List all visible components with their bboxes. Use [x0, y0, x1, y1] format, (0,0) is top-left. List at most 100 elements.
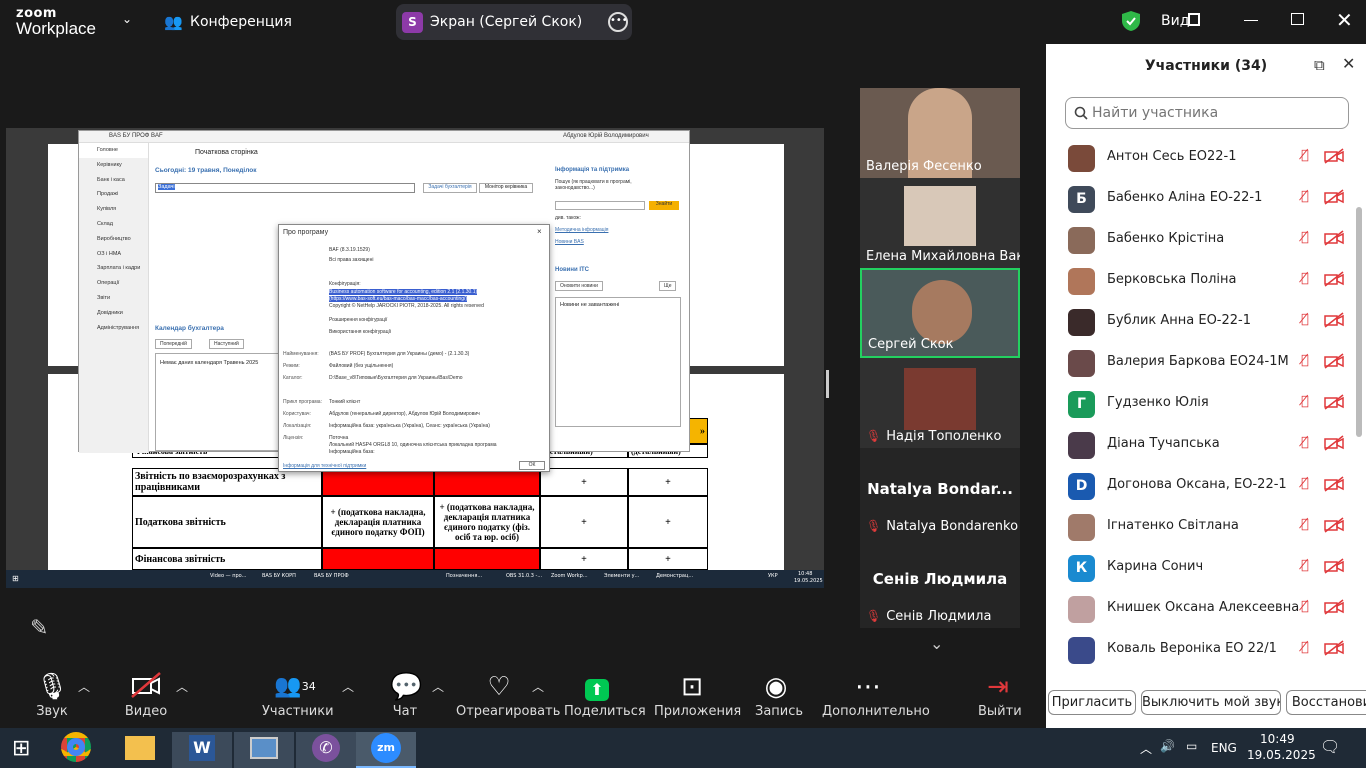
bas-nav-item[interactable]: Довідники	[79, 306, 148, 321]
bas-nav-item[interactable]: Зарплата і кадри	[79, 261, 148, 276]
mic-off-icon[interactable]: 🎙̸	[1301, 353, 1309, 368]
video-tile[interactable]: 🎙 Надія Тополенко	[860, 358, 1020, 448]
participant-row[interactable]: Бублик Анна ЕО-22-1 🎙̸	[1068, 301, 1348, 342]
bas-info-search[interactable]	[555, 201, 645, 210]
about-ok-button[interactable]: ОК	[519, 461, 545, 470]
bas-nav-item[interactable]: Банк і каса	[79, 173, 148, 188]
bas-btn-monitor[interactable]: Монітор керівника	[479, 183, 533, 193]
invite-button[interactable]: Пригласить	[1048, 690, 1136, 715]
video-off-icon[interactable]	[1324, 148, 1344, 168]
explorer-app[interactable]	[110, 732, 170, 768]
mic-off-icon[interactable]: 🎙̸	[1301, 517, 1309, 532]
tray-caret-icon[interactable]: ︿	[1140, 740, 1152, 757]
share-button[interactable]: ⬆ Поделиться	[564, 672, 646, 719]
split-handle[interactable]	[826, 370, 829, 398]
mic-off-icon[interactable]: 🎙̸	[1301, 476, 1309, 491]
audio-button[interactable]: 🎙 Звук	[34, 672, 70, 719]
participants-button[interactable]: 👥34 Участники	[262, 672, 334, 719]
windows-start-icon[interactable]: ⊞	[12, 736, 30, 761]
bas-nav-item[interactable]: Звіти	[79, 291, 148, 306]
bas-link-news[interactable]: Новини BAS	[555, 239, 584, 245]
mic-off-icon[interactable]: 🎙̸	[1301, 148, 1309, 163]
bas-tasks-input[interactable]: Задачі	[155, 183, 415, 193]
shared-task-item[interactable]: Video — про...	[210, 573, 246, 579]
shared-task-item[interactable]: Элементи у...	[604, 573, 639, 579]
participant-row[interactable]: Діана Тучапська 🎙̸	[1068, 424, 1348, 465]
photos-app[interactable]	[234, 732, 294, 768]
video-tile[interactable]: Елена Михайловна Ваку...	[860, 178, 1020, 268]
annotate-pencil-icon[interactable]: ✎	[30, 616, 48, 641]
zoom-app[interactable]: zm	[356, 732, 416, 768]
participant-row[interactable]: Бабенко Крістіна 🎙̸	[1068, 219, 1348, 260]
gallery-down-icon[interactable]: ⌄	[930, 634, 943, 653]
security-shield-icon[interactable]	[1121, 10, 1141, 32]
about-close-icon[interactable]: ×	[537, 227, 542, 236]
bas-nav-item[interactable]: Керівнику	[79, 158, 148, 173]
participant-row[interactable]: Книшек Оксана Алексеевна 🎙̸	[1068, 588, 1348, 629]
mic-off-icon[interactable]: 🎙̸	[1301, 230, 1309, 245]
mic-off-icon[interactable]: 🎙̸	[1301, 558, 1309, 573]
volume-icon[interactable]: 🔊	[1160, 739, 1175, 753]
shared-task-item[interactable]: Демонстрац...	[656, 573, 693, 579]
clock-date[interactable]: 19.05.2025	[1247, 748, 1316, 762]
video-tile-active[interactable]: Сергей Скок	[860, 268, 1020, 358]
more-button[interactable]: ⋯ Дополнительно	[822, 672, 930, 719]
react-caret-icon[interactable]: ︿	[532, 678, 544, 695]
participant-row[interactable]: Антон Сесь ЕО22-1 🎙̸	[1068, 137, 1348, 178]
record-button[interactable]: ◉ Запись	[755, 672, 803, 719]
bas-nav-item[interactable]: Купівля	[79, 202, 148, 217]
bas-news-more[interactable]: Ще	[659, 281, 677, 291]
mute-me-button[interactable]: Выключить мой звук	[1141, 690, 1281, 715]
chrome-app[interactable]	[46, 732, 106, 768]
lang-indicator[interactable]: ENG	[1211, 741, 1237, 755]
bas-link-method[interactable]: Методична інформація	[555, 227, 608, 233]
restore-button[interactable]: Восстанови	[1286, 690, 1366, 715]
bas-nav-item[interactable]: Операції	[79, 276, 148, 291]
bas-nav-item[interactable]: Головне	[79, 143, 148, 158]
participant-row[interactable]: Б Бабенко Аліна ЕО-22-1 🎙̸	[1068, 178, 1348, 219]
audio-caret-icon[interactable]: ︿	[78, 678, 90, 695]
layout-icon[interactable]	[1188, 13, 1200, 26]
video-off-icon[interactable]	[1324, 435, 1344, 455]
video-off-icon[interactable]	[1324, 599, 1344, 619]
more-options-icon[interactable]: •••	[608, 12, 628, 32]
leave-button[interactable]: ⇥ Выйти	[978, 672, 1022, 719]
minimize-icon[interactable]	[1244, 20, 1258, 21]
video-tile[interactable]: Natalya Bondar... 🎙 Natalya Bondarenko	[860, 448, 1020, 538]
mic-off-icon[interactable]: 🎙̸	[1301, 640, 1309, 655]
about-support-link[interactable]: Інформація для технічної підтримки	[283, 463, 366, 469]
bas-calendar-next[interactable]: Наступний	[209, 339, 244, 349]
search-input[interactable]	[1092, 104, 1342, 122]
video-off-icon[interactable]	[1324, 394, 1344, 414]
bas-calendar-prev[interactable]: Попередній	[155, 339, 192, 349]
video-tile[interactable]: Валерія Фесенко	[860, 88, 1020, 178]
mic-off-icon[interactable]: 🎙̸	[1301, 312, 1309, 327]
participant-row[interactable]: Ігнатенко Світлана 🎙̸	[1068, 506, 1348, 547]
chat-button[interactable]: 💬 Чат	[390, 672, 422, 719]
panel-close-icon[interactable]: ✕	[1342, 54, 1355, 73]
clock-time[interactable]: 10:49	[1260, 732, 1295, 746]
video-off-icon[interactable]	[1324, 312, 1344, 332]
panel-scrollbar[interactable]	[1356, 207, 1362, 437]
video-off-icon[interactable]	[1324, 353, 1344, 373]
mic-off-icon[interactable]: 🎙̸	[1301, 435, 1309, 450]
shared-task-item[interactable]: Позначення...	[446, 573, 482, 579]
participant-row[interactable]: Берковська Поліна 🎙̸	[1068, 260, 1348, 301]
shared-task-item[interactable]: BAS БУ КОРП	[262, 573, 296, 579]
video-off-icon[interactable]	[1324, 558, 1344, 578]
participant-search[interactable]	[1065, 97, 1349, 129]
screen-share-pill[interactable]: S Экран (Сергей Скок) •••	[396, 4, 632, 40]
bas-news-refresh[interactable]: Оновити новини	[555, 281, 603, 291]
bas-nav-item[interactable]: Виробництво	[79, 232, 148, 247]
video-off-icon[interactable]	[1324, 476, 1344, 496]
mic-off-icon[interactable]: 🎙̸	[1301, 271, 1309, 286]
shared-task-item[interactable]: Zoom Workp...	[551, 573, 588, 579]
mic-off-icon[interactable]: 🎙̸	[1301, 599, 1309, 614]
view-label[interactable]: Вид	[1161, 13, 1189, 29]
mic-off-icon[interactable]: 🎙̸	[1301, 189, 1309, 204]
participant-row[interactable]: D Догонова Оксана, ЕО-22-1 🎙̸	[1068, 465, 1348, 506]
start-icon[interactable]: ⊞	[12, 574, 19, 583]
video-button[interactable]: Видео	[124, 672, 168, 719]
bas-nav-item[interactable]: Продажі	[79, 187, 148, 202]
shared-task-item[interactable]: BAS БУ ПРОФ	[314, 573, 349, 579]
